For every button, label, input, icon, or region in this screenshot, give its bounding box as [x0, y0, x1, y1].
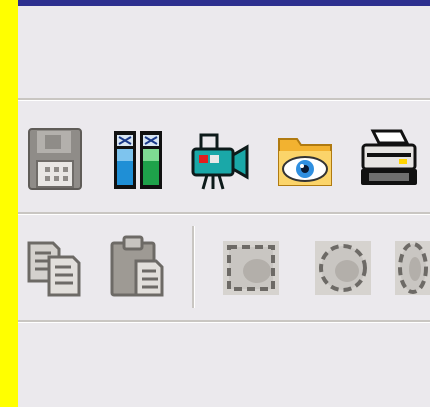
- content-area: [18, 323, 430, 407]
- main-toolbar: [18, 102, 430, 210]
- application-window: [0, 0, 430, 407]
- compare-button[interactable]: [103, 120, 173, 198]
- save-button[interactable]: [20, 120, 90, 198]
- floppy-disk-icon: [28, 128, 82, 190]
- ellipse-select-button[interactable]: [308, 228, 378, 306]
- rectangle-select-icon: [223, 241, 279, 295]
- record-video-button[interactable]: [186, 120, 256, 198]
- paste-button[interactable]: [103, 228, 173, 306]
- left-side-stripe: [0, 0, 18, 407]
- edit-toolbar: [18, 216, 430, 321]
- menu-area: [18, 6, 430, 96]
- toolbar-divider-middle: [18, 212, 430, 215]
- lasso-select-button[interactable]: [388, 228, 430, 306]
- copy-icon: [27, 241, 81, 297]
- printer-icon: [361, 129, 417, 185]
- copy-button[interactable]: [20, 228, 90, 306]
- folder-eye-icon: [278, 138, 332, 186]
- browse-folder-button[interactable]: [270, 120, 340, 198]
- rectangle-select-button[interactable]: [216, 228, 286, 306]
- toolbar-separator: [192, 226, 195, 308]
- paste-icon: [110, 235, 164, 297]
- video-camera-icon: [191, 133, 249, 190]
- print-button[interactable]: [354, 120, 424, 198]
- lasso-select-icon: [395, 241, 430, 295]
- toolbar-divider-top: [18, 98, 430, 101]
- compare-panels-icon: [114, 131, 162, 189]
- ellipse-select-icon: [315, 241, 371, 295]
